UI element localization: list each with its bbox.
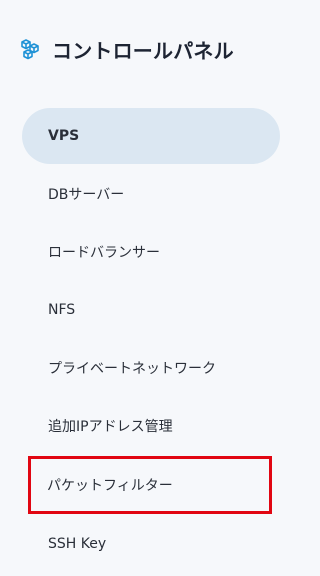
- sidebar-item-packet-filter[interactable]: パケットフィルター: [28, 456, 272, 514]
- sidebar-item-vps[interactable]: VPS: [22, 108, 280, 164]
- sidebar-item-private-network[interactable]: プライベートネットワーク: [22, 340, 280, 396]
- sidebar-item-load-balancer[interactable]: ロードバランサー: [22, 224, 280, 280]
- sidebar-nav: VPS DBサーバー ロードバランサー NFS プライベートネットワーク 追加I…: [22, 108, 280, 574]
- brand: コントロールパネル: [20, 36, 234, 63]
- cubes-icon: [20, 37, 44, 61]
- sidebar-item-db-server[interactable]: DBサーバー: [22, 166, 280, 222]
- sidebar-item-nfs[interactable]: NFS: [22, 282, 280, 338]
- sidebar-item-ssh-key[interactable]: SSH Key: [22, 516, 280, 572]
- sidebar-item-additional-ip[interactable]: 追加IPアドレス管理: [22, 398, 280, 454]
- page-title: コントロールパネル: [52, 38, 234, 63]
